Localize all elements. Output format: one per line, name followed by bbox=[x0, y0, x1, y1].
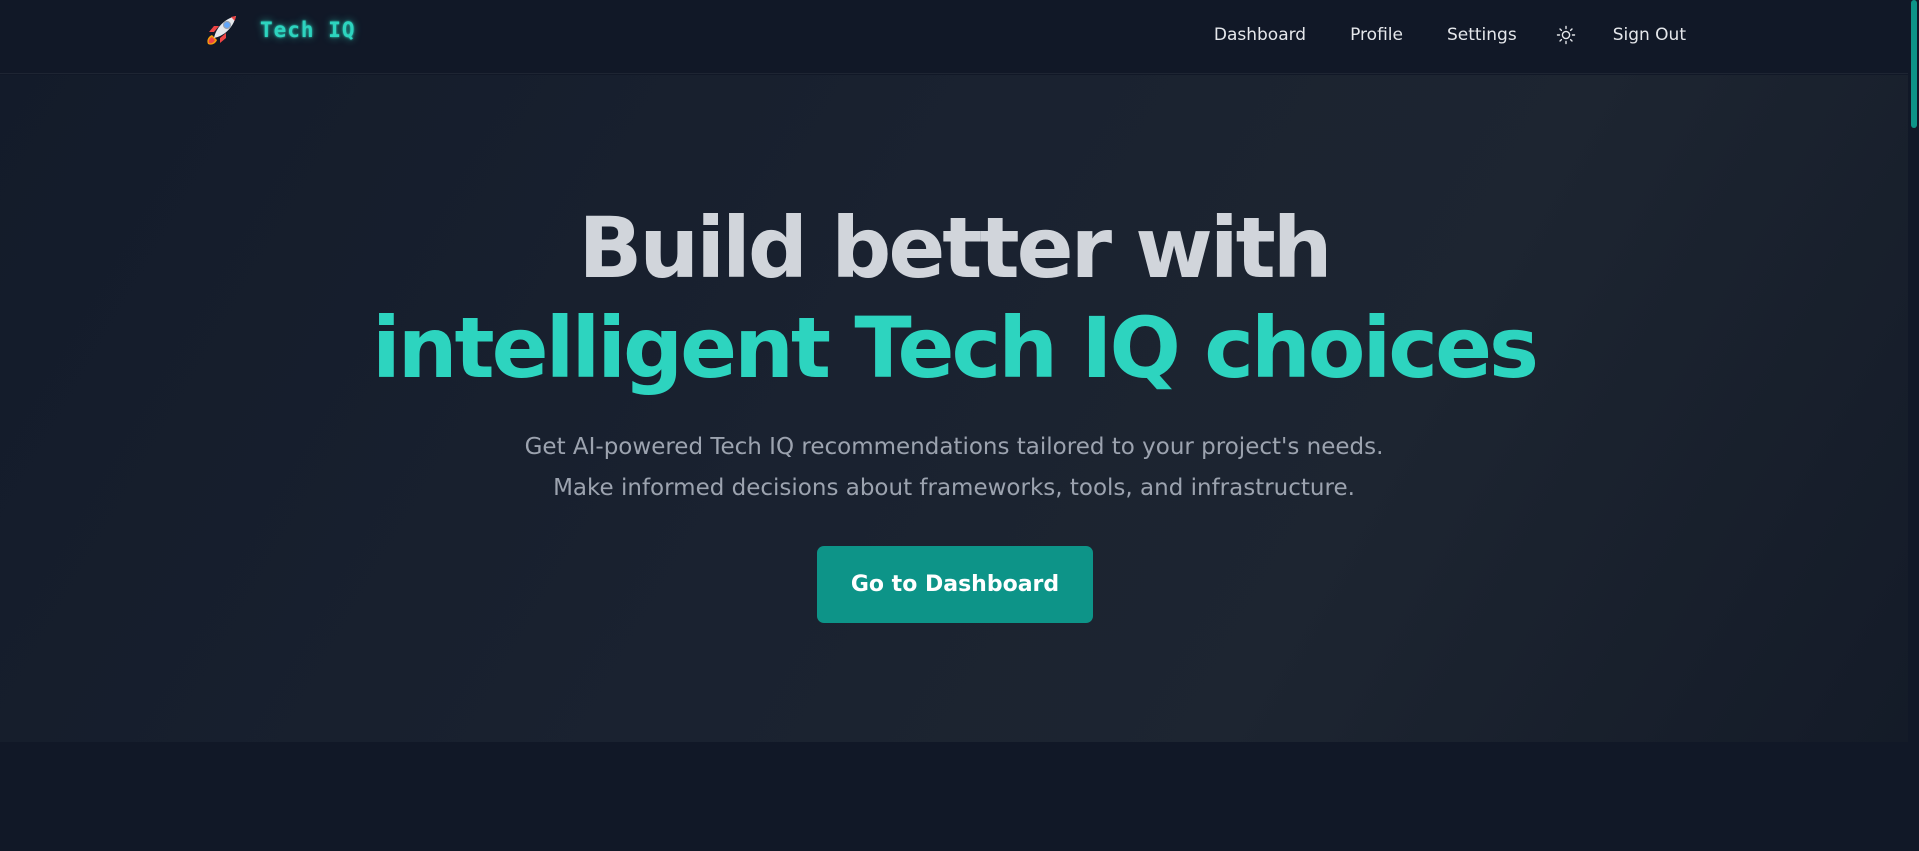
go-to-dashboard-button[interactable]: Go to Dashboard bbox=[817, 546, 1093, 623]
nav-profile[interactable]: Profile bbox=[1350, 25, 1403, 45]
nav-settings[interactable]: Settings bbox=[1447, 25, 1517, 45]
brand-name: Tech IQ bbox=[260, 18, 356, 42]
headline-line-2: intelligent Tech IQ choices bbox=[371, 299, 1539, 397]
scrollbar-thumb[interactable] bbox=[1911, 0, 1917, 128]
scrollbar[interactable] bbox=[1908, 0, 1919, 851]
nav-sign-out[interactable]: Sign Out bbox=[1613, 25, 1686, 45]
nav-dashboard[interactable]: Dashboard bbox=[1214, 25, 1306, 45]
sun-icon bbox=[1556, 25, 1575, 45]
main-nav: Dashboard Profile Settings Sign Out bbox=[1214, 0, 1686, 70]
hero-section: Build better with intelligent Tech IQ ch… bbox=[0, 75, 1908, 742]
top-navbar: Tech IQ Dashboard Profile Settings Sign … bbox=[0, 0, 1908, 74]
headline-line-1: Build better with bbox=[578, 199, 1332, 297]
brand[interactable]: Tech IQ bbox=[200, 8, 356, 52]
theme-toggle-button[interactable] bbox=[1555, 24, 1577, 46]
page: Tech IQ Dashboard Profile Settings Sign … bbox=[0, 0, 1919, 851]
hero-headline: Build better with intelligent Tech IQ ch… bbox=[0, 198, 1908, 398]
rocket-icon bbox=[200, 8, 244, 52]
hero-subtitle: Get AI-powered Tech IQ recommendations t… bbox=[524, 434, 1384, 501]
